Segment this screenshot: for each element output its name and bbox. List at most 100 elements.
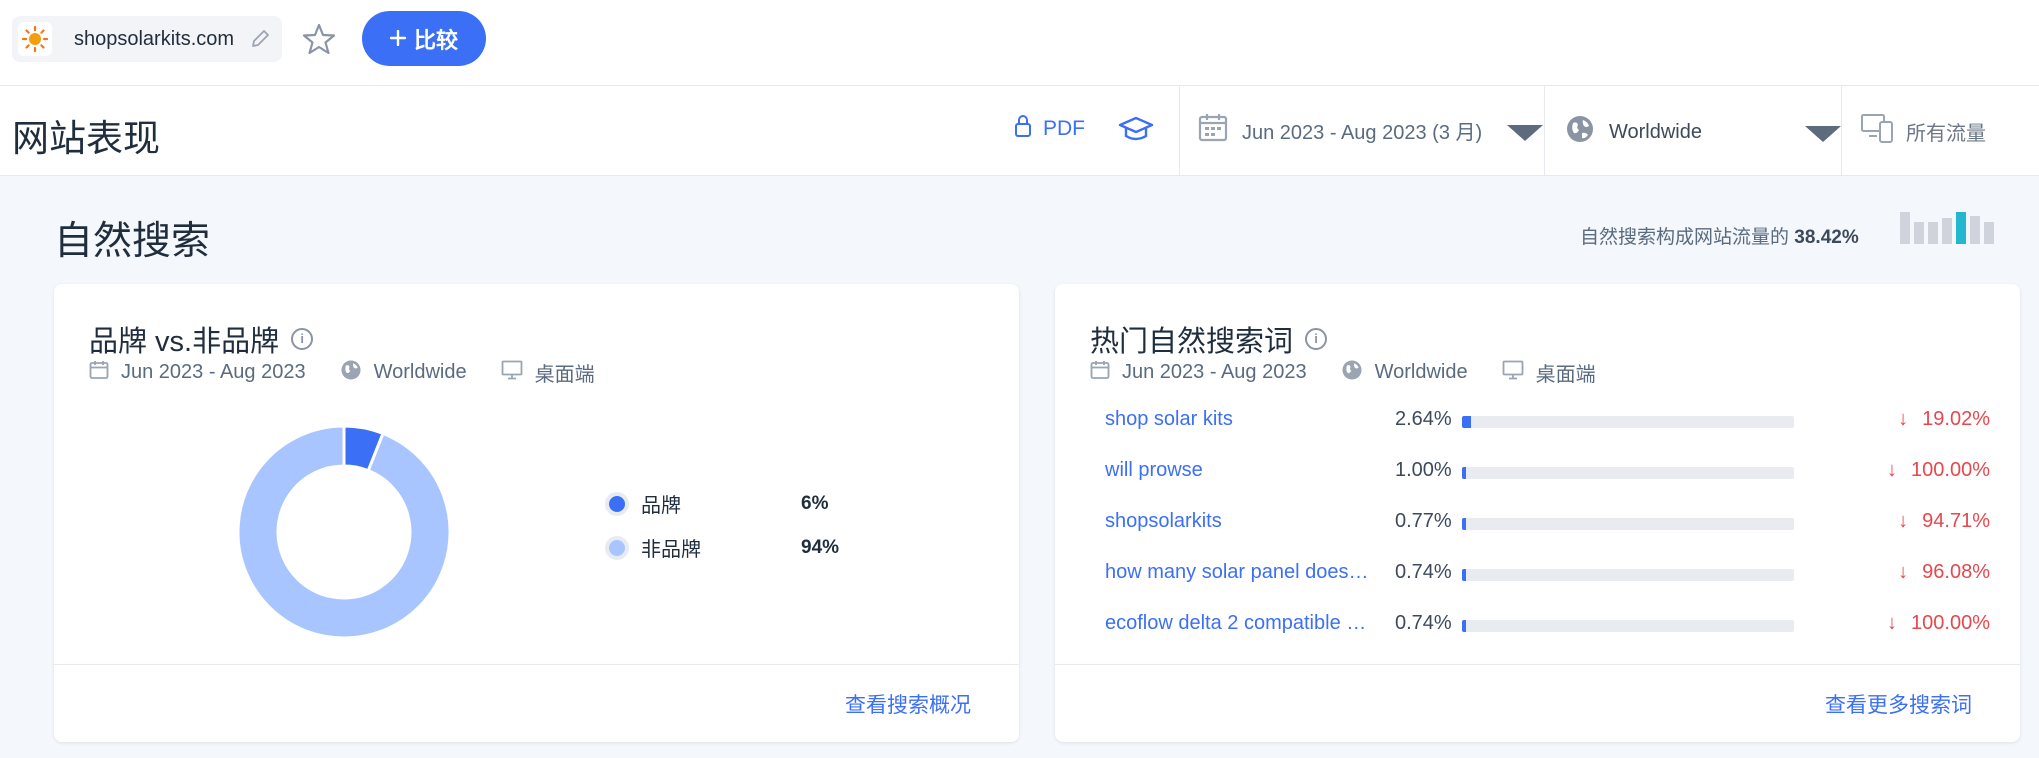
card-device: 桌面端	[534, 364, 595, 386]
keyword-link[interactable]: how many solar panel does…	[1105, 561, 1380, 584]
date-range-label: Jun 2023 - Aug 2023 (3 月)	[1242, 121, 1483, 144]
card-geo: Worldwide	[1374, 361, 1468, 383]
keyword-change: ↓ 100.00%	[1825, 612, 1990, 635]
globe-icon	[340, 359, 362, 387]
calendar-icon	[1090, 360, 1110, 386]
channel-mini-bar	[1984, 222, 1994, 244]
calendar-icon	[1198, 112, 1228, 148]
card-geo: Worldwide	[373, 361, 467, 383]
date-chevron-down-icon[interactable]	[1507, 125, 1543, 141]
card-meta: Jun 2023 - Aug 2023 Worldwide 桌面端	[89, 358, 595, 387]
plus-icon	[389, 26, 407, 52]
keyword-row[interactable]: how many solar panel does… 0.74% ↓ 96.08%	[1105, 555, 1990, 595]
keyword-share-fill	[1462, 620, 1466, 632]
site-name: shopsolarkits.com	[74, 28, 235, 50]
keyword-share-fill	[1462, 569, 1466, 581]
date-range-filter[interactable]: Jun 2023 - Aug 2023 (3 月)	[1198, 112, 1482, 148]
legend-item-nonbrand[interactable]: 非品牌 94%	[609, 533, 839, 562]
donut-slice-nonbrand[interactable]	[236, 424, 452, 640]
compare-button[interactable]: 比较	[362, 11, 486, 66]
legend-value: 6%	[801, 492, 829, 514]
info-icon[interactable]: i	[291, 328, 314, 350]
card-title: 热门自然搜索词 i	[1090, 318, 1328, 360]
globe-icon	[1565, 114, 1595, 150]
keyword-share: 0.77%	[1395, 510, 1452, 532]
card-title: 品牌 vs.非品牌 i	[89, 318, 314, 360]
keyword-change-value: 100.00%	[1911, 612, 1990, 634]
organic-share-text: 自然搜索构成网站流量的 38.42%	[1580, 222, 1859, 249]
keyword-change: ↓ 19.02%	[1825, 408, 1990, 431]
pdf-download-button[interactable]: PDF	[1013, 114, 1085, 144]
arrow-down-icon: ↓	[1898, 561, 1909, 583]
card-footer: 查看搜索概况	[54, 664, 1019, 742]
page-title: 网站表现	[12, 118, 160, 159]
header-divider	[1841, 86, 1842, 176]
favorite-star-icon[interactable]	[302, 22, 336, 61]
keyword-link[interactable]: shopsolarkits	[1105, 510, 1380, 533]
pdf-label: PDF	[1043, 117, 1085, 140]
legend-dot	[609, 539, 625, 556]
keyword-change-value: 19.02%	[1922, 408, 1990, 430]
arrow-down-icon: ↓	[1887, 612, 1898, 634]
graduation-cap-icon[interactable]	[1118, 114, 1154, 151]
view-search-overview-link[interactable]: 查看搜索概况	[845, 689, 971, 719]
keyword-row[interactable]: ecoflow delta 2 compatible … 0.74% ↓ 100.…	[1105, 606, 1990, 646]
globe-icon	[1341, 359, 1363, 387]
geo-label: Worldwide	[1609, 120, 1702, 143]
channel-mini-bars	[1900, 210, 2000, 244]
keyword-share-bar	[1462, 467, 1794, 479]
keyword-change: ↓ 100.00%	[1825, 459, 1990, 482]
legend-item-brand[interactable]: 品牌 6%	[609, 489, 828, 518]
legend-label: 品牌	[641, 495, 681, 517]
organic-share-value: 38.42%	[1794, 227, 1859, 248]
keyword-change: ↓ 94.71%	[1825, 510, 1990, 533]
keyword-change: ↓ 96.08%	[1825, 561, 1990, 584]
lock-icon	[1013, 114, 1033, 144]
site-favicon-sun-icon	[18, 22, 52, 56]
site-chip[interactable]: shopsolarkits.com	[12, 16, 282, 62]
arrow-down-icon: ↓	[1898, 408, 1909, 430]
keyword-share: 1.00%	[1395, 459, 1452, 481]
section-title: 自然搜索	[54, 220, 211, 263]
legend-label: 非品牌	[641, 539, 701, 561]
channel-mini-bar-active	[1956, 212, 1966, 244]
keyword-row[interactable]: will prowse 1.00% ↓ 100.00%	[1105, 453, 1990, 493]
traffic-source-filter[interactable]: 所有流量	[1860, 112, 1986, 150]
brand-vs-nonbrand-card: 品牌 vs.非品牌 i Jun 2023 - Aug 2023 Worldwid…	[54, 284, 1019, 742]
keyword-link[interactable]: shop solar kits	[1105, 408, 1380, 431]
brand-donut-chart	[236, 424, 452, 640]
info-icon[interactable]: i	[1305, 328, 1328, 350]
keyword-row[interactable]: shop solar kits 2.64% ↓ 19.02%	[1105, 402, 1990, 442]
organic-share-prefix: 自然搜索构成网站流量的	[1580, 227, 1790, 248]
keyword-change-value: 100.00%	[1911, 459, 1990, 481]
legend-value: 94%	[801, 536, 840, 558]
channel-mini-bar	[1942, 218, 1952, 244]
keyword-change-value: 96.08%	[1922, 561, 1990, 583]
channel-mini-bar	[1928, 222, 1938, 244]
traffic-label: 所有流量	[1906, 122, 1986, 145]
arrow-down-icon: ↓	[1898, 510, 1909, 532]
page-header: 网站表现 PDF Jun 2023 - Aug 2023 (3 月) World…	[0, 86, 2039, 176]
view-more-keywords-link[interactable]: 查看更多搜索词	[1825, 689, 1972, 719]
keyword-share: 0.74%	[1395, 612, 1452, 634]
keyword-change-value: 94.71%	[1922, 510, 1990, 532]
card-meta: Jun 2023 - Aug 2023 Worldwide 桌面端	[1090, 358, 1596, 387]
geo-filter[interactable]: Worldwide	[1565, 114, 1702, 150]
keyword-share-fill	[1462, 518, 1466, 530]
keyword-row[interactable]: shopsolarkits 0.77% ↓ 94.71%	[1105, 504, 1990, 544]
keyword-share: 2.64%	[1395, 408, 1452, 430]
keyword-link[interactable]: will prowse	[1105, 459, 1380, 482]
card-device: 桌面端	[1535, 364, 1596, 386]
card-date: Jun 2023 - Aug 2023	[1122, 361, 1307, 383]
brand-card-title: 品牌 vs.非品牌	[89, 326, 280, 358]
compare-label: 比较	[413, 27, 458, 53]
arrow-down-icon: ↓	[1887, 459, 1898, 481]
card-date: Jun 2023 - Aug 2023	[121, 361, 306, 383]
geo-chevron-down-icon[interactable]	[1805, 126, 1841, 142]
edit-pencil-icon[interactable]	[249, 28, 271, 55]
top-organic-keywords-card: 热门自然搜索词 i Jun 2023 - Aug 2023 Worldwide …	[1055, 284, 2020, 742]
devices-icon	[1860, 112, 1894, 150]
keyword-link[interactable]: ecoflow delta 2 compatible …	[1105, 612, 1380, 635]
channel-mini-bar	[1970, 216, 1980, 244]
top-bar: shopsolarkits.com 比较	[0, 0, 2039, 86]
